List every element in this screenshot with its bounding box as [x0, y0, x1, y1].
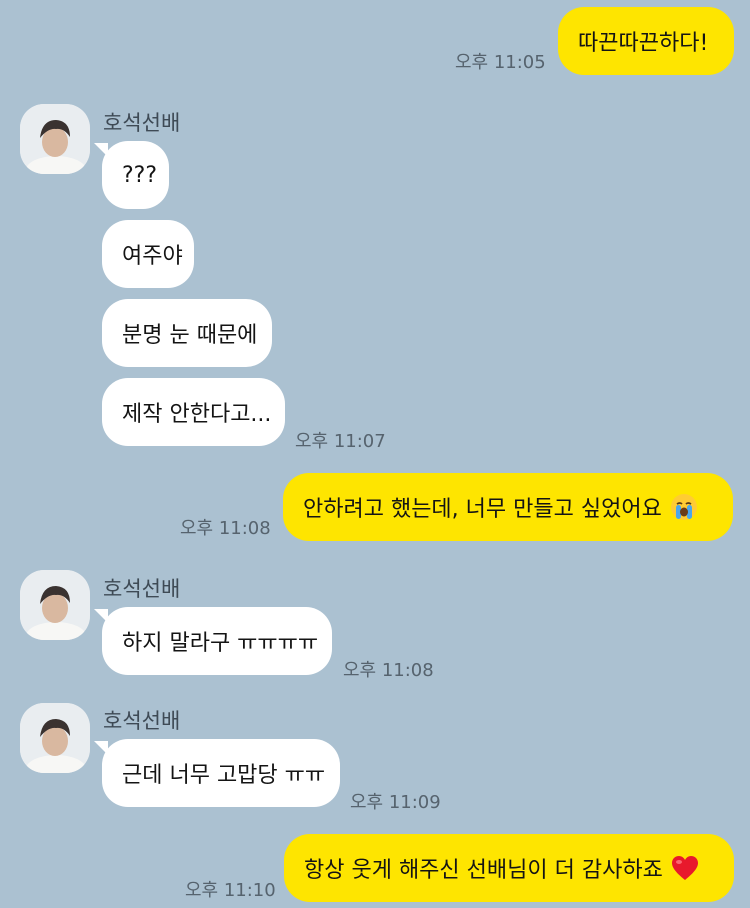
chat-screen: { "colors": { "background": "#abc1d1", "… [0, 0, 750, 908]
sender-name: 호석선배 [103, 111, 181, 135]
sender-name: 호석선배 [103, 577, 181, 601]
message-text: 분명 눈 때문에 [122, 323, 258, 348]
message-text: ??? [122, 162, 158, 188]
message-timestamp: 오후 11:10 [185, 880, 276, 901]
message-text: 제작 안한다고... [122, 402, 272, 427]
message-bubble-incoming[interactable]: 근데 너무 고맙당 ㅠㅠ [102, 739, 340, 807]
profile-photo-icon [20, 703, 90, 773]
profile-photo-icon [20, 104, 90, 174]
avatar[interactable] [20, 104, 90, 174]
message-text: 항상 웃게 해주신 선배님이 더 감사하죠 [304, 858, 663, 883]
message-bubble-incoming[interactable]: 제작 안한다고... [102, 378, 285, 446]
loudly-crying-face-icon [670, 493, 698, 521]
message-bubble-incoming[interactable]: ??? [102, 141, 169, 209]
message-timestamp: 오후 11:07 [295, 431, 386, 452]
message-bubble-incoming[interactable]: 분명 눈 때문에 [102, 299, 272, 367]
bubble-tail [94, 741, 108, 755]
message-timestamp: 오후 11:05 [455, 52, 546, 73]
message-text: 안하려고 했는데, 너무 만들고 싶었어요 [303, 497, 662, 522]
profile-photo-icon [20, 570, 90, 640]
message-bubble-incoming[interactable]: 하지 말라구 ㅠㅠㅠㅠ [102, 607, 332, 675]
red-heart-icon [671, 855, 699, 881]
message-bubble-outgoing[interactable]: 안하려고 했는데, 너무 만들고 싶었어요 [283, 473, 733, 541]
message-bubble-outgoing[interactable]: 따끈따끈하다! [558, 7, 734, 75]
message-text: 여주야 [122, 244, 183, 269]
sender-name: 호석선배 [103, 709, 181, 733]
message-timestamp: 오후 11:08 [180, 518, 271, 539]
message-bubble-outgoing[interactable]: 항상 웃게 해주신 선배님이 더 감사하죠 [284, 834, 734, 902]
bubble-tail [94, 609, 108, 623]
message-text: 하지 말라구 ㅠㅠㅠㅠ [122, 631, 319, 656]
avatar[interactable] [20, 570, 90, 640]
message-bubble-incoming[interactable]: 여주야 [102, 220, 194, 288]
message-timestamp: 오후 11:08 [343, 660, 434, 681]
message-text: 따끈따끈하다! [578, 31, 709, 56]
avatar[interactable] [20, 703, 90, 773]
message-text: 근데 너무 고맙당 ㅠㅠ [122, 763, 326, 788]
bubble-tail [94, 143, 108, 157]
message-timestamp: 오후 11:09 [350, 792, 441, 813]
